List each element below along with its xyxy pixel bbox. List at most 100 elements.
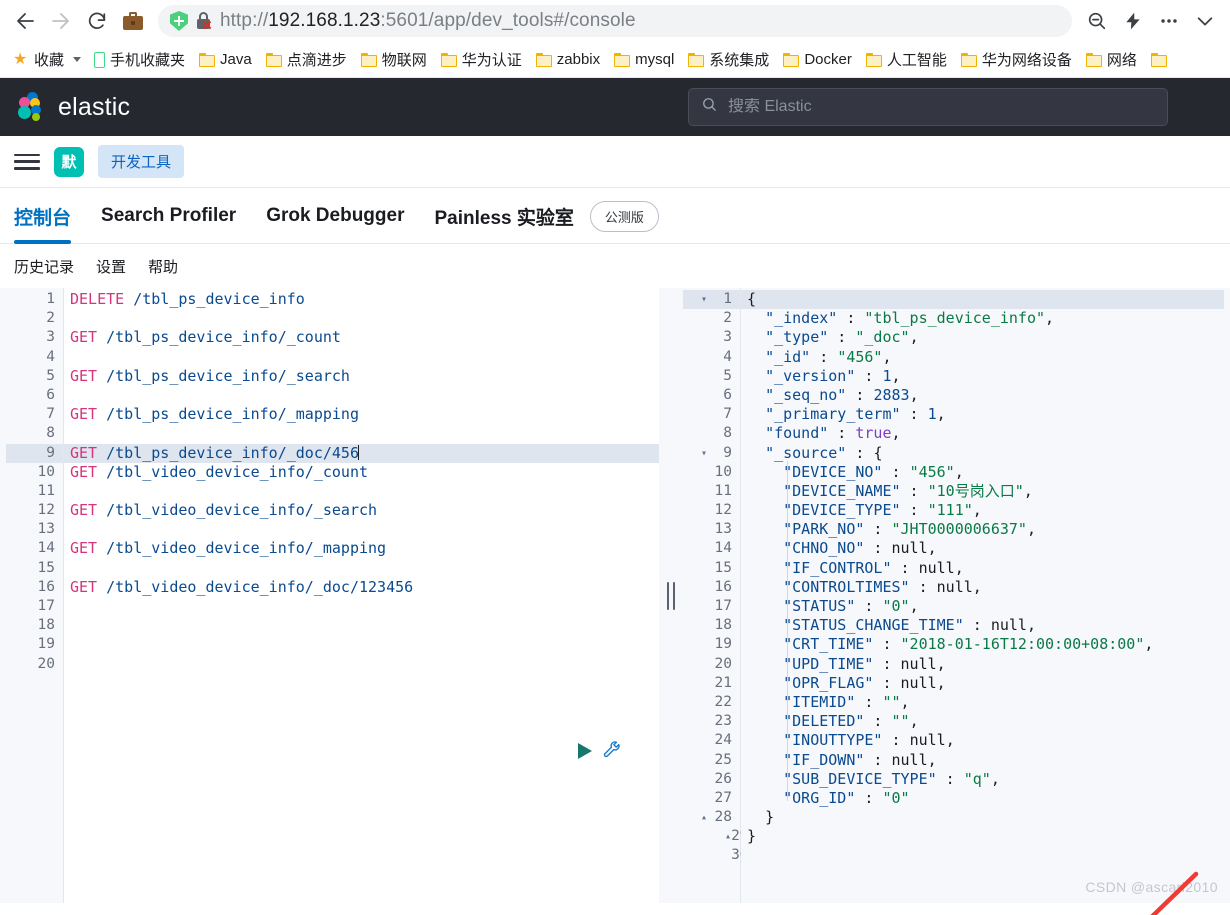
response-code-line[interactable]: "INOUTTYPE" : null, <box>741 731 1224 750</box>
lightning-button[interactable] <box>1116 4 1150 38</box>
broken-lock-icon[interactable] <box>196 12 212 30</box>
request-code-line[interactable] <box>64 309 659 328</box>
response-code-line[interactable]: "DEVICE_NO" : "456", <box>741 463 1224 482</box>
vertical-drag-handle-icon[interactable] <box>667 581 675 610</box>
request-code-line[interactable]: GET /tbl_video_device_info/_doc/123456 <box>64 578 659 597</box>
bookmark-item[interactable]: 华为认证 <box>434 45 529 74</box>
request-code-line[interactable] <box>64 520 659 539</box>
chevron-down-button[interactable] <box>1188 4 1222 38</box>
response-code-line[interactable]: "_source" : { <box>741 444 1224 463</box>
request-code-line[interactable] <box>64 655 659 674</box>
fold-toggle-icon[interactable]: ▴ <box>701 808 707 827</box>
bookmark-item[interactable]: 物联网 <box>354 45 434 74</box>
fold-toggle-icon[interactable]: ▾ <box>701 290 707 309</box>
response-code-line[interactable]: "PARK_NO" : "JHT0000006637", <box>741 520 1224 539</box>
bookmark-item[interactable]: 手机收藏夹 <box>87 45 192 74</box>
response-code-line[interactable]: "DEVICE_NAME" : "10号岗入口", <box>741 482 1224 501</box>
response-code-line[interactable]: "_seq_no" : 2883, <box>741 386 1224 405</box>
response-code-line[interactable]: } <box>741 808 1224 827</box>
request-code-line[interactable]: GET /tbl_ps_device_info/_doc/456 <box>64 443 659 463</box>
response-code-line[interactable]: "UPD_TIME" : null, <box>741 655 1224 674</box>
request-code-line[interactable] <box>64 597 659 616</box>
space-badge[interactable]: 默 <box>54 146 84 177</box>
request-code-line[interactable] <box>64 386 659 405</box>
response-code-line[interactable]: "ORG_ID" : "0" <box>741 789 1224 808</box>
bookmark-item[interactable]: 华为网络设备 <box>954 45 1079 74</box>
response-code-line[interactable]: "_index" : "tbl_ps_device_info", <box>741 309 1224 328</box>
response-code-line[interactable]: "_primary_term" : 1, <box>741 405 1224 424</box>
more-options-button[interactable] <box>1152 4 1186 38</box>
back-button[interactable] <box>8 4 42 38</box>
response-code-line[interactable]: "IF_CONTROL" : null, <box>741 559 1224 578</box>
response-code-line[interactable]: "STATUS_CHANGE_TIME" : null, <box>741 616 1224 635</box>
url-text[interactable]: http://192.168.1.23:5601/app/dev_tools#/… <box>220 10 636 32</box>
response-code-line[interactable]: "IF_DOWN" : null, <box>741 751 1224 770</box>
request-code-line[interactable]: GET /tbl_ps_device_info/_count <box>64 328 659 347</box>
subnav-item-1[interactable]: 历史记录 <box>14 256 74 277</box>
zoom-out-button[interactable] <box>1080 4 1114 38</box>
response-code-line[interactable]: { <box>741 290 1224 310</box>
response-code-line[interactable]: "CHNO_NO" : null, <box>741 539 1224 558</box>
response-code-line[interactable]: "DEVICE_TYPE" : "111", <box>741 501 1224 520</box>
reload-button[interactable] <box>80 4 114 38</box>
bookmark-item[interactable]: 网络 <box>1079 45 1144 74</box>
global-search[interactable] <box>688 88 1168 126</box>
response-code-line[interactable]: } <box>741 827 1224 846</box>
subnav-item-3[interactable]: 帮助 <box>148 256 178 277</box>
tab-2[interactable]: Search Profiler <box>101 188 236 244</box>
bookmark-item[interactable]: Java <box>192 47 259 72</box>
breadcrumb[interactable]: 开发工具 <box>98 145 185 178</box>
bookmark-item[interactable] <box>1144 49 1179 71</box>
request-code-line[interactable] <box>64 482 659 501</box>
response-code-line[interactable]: "STATUS" : "0", <box>741 597 1224 616</box>
request-code-line[interactable]: GET /tbl_video_device_info/_mapping <box>64 539 659 558</box>
response-code-line[interactable]: "_id" : "456", <box>741 348 1224 367</box>
request-code-line[interactable]: GET /tbl_ps_device_info/_mapping <box>64 405 659 424</box>
response-code-line[interactable] <box>741 846 1224 865</box>
response-code-line[interactable]: "_type" : "_doc", <box>741 328 1224 347</box>
forward-button[interactable] <box>44 4 78 38</box>
response-code-line[interactable]: "ITEMID" : "", <box>741 693 1224 712</box>
bookmark-item[interactable]: ★ 收藏 <box>6 45 71 74</box>
bookmark-item[interactable]: 人工智能 <box>859 45 954 74</box>
search-input[interactable] <box>728 98 1155 116</box>
bookmark-item[interactable]: 系统集成 <box>681 45 776 74</box>
elastic-brand[interactable]: elastic <box>16 92 130 122</box>
request-code-line[interactable]: GET /tbl_video_device_info/_search <box>64 501 659 520</box>
play-icon[interactable] <box>578 743 592 759</box>
request-editor[interactable]: 1 2 3 4 5 6 7 8 9 10 11 12 13 14 15 16 17 18 19 20 DELETE /… <box>6 288 659 903</box>
request-code[interactable]: DELETE /tbl_ps_device_info GET /tbl_ps_d… <box>64 288 659 903</box>
tab-3[interactable]: Grok Debugger <box>266 188 404 244</box>
response-code-line[interactable]: "CRT_TIME" : "2018-01-16T12:00:00+08:00"… <box>741 635 1224 654</box>
fold-toggle-icon[interactable]: ▾ <box>701 444 707 463</box>
bookmark-item[interactable]: zabbix <box>529 47 607 72</box>
request-code-line[interactable] <box>64 424 659 443</box>
bookmark-item[interactable]: mysql <box>607 47 681 72</box>
bookmark-item[interactable]: Docker <box>776 47 859 72</box>
bookmark-item[interactable]: 点滴进步 <box>259 45 354 74</box>
response-code-line[interactable]: "found" : true, <box>741 424 1224 443</box>
response-code-line[interactable]: "DELETED" : "", <box>741 712 1224 731</box>
pane-splitter[interactable] <box>659 288 683 903</box>
request-code-line[interactable] <box>64 616 659 635</box>
fold-toggle-icon[interactable]: ▴ <box>725 827 731 846</box>
tab-1[interactable]: 控制台 <box>14 188 72 244</box>
bookmarks-dropdown-icon[interactable] <box>73 57 82 62</box>
response-code-line[interactable]: "OPR_FLAG" : null, <box>741 674 1224 693</box>
request-code-line[interactable] <box>64 559 659 578</box>
request-code-line[interactable]: GET /tbl_video_device_info/_count <box>64 463 659 482</box>
request-code-line[interactable] <box>64 348 659 367</box>
tab-4[interactable]: Painless 实验室 <box>435 188 574 244</box>
request-code-line[interactable]: DELETE /tbl_ps_device_info <box>64 290 659 309</box>
request-code-line[interactable]: GET /tbl_ps_device_info/_search <box>64 367 659 386</box>
request-code-line[interactable] <box>64 635 659 654</box>
response-code-line[interactable]: "SUB_DEVICE_TYPE" : "q", <box>741 770 1224 789</box>
response-editor[interactable]: ▾ 1 2 3 4 5 6 7 8 ▾ 9 10 11 12 13 14 15 16 17 18 19 20 21 22 23 2… <box>683 288 1224 903</box>
subnav-item-2[interactable]: 设置 <box>96 256 126 277</box>
response-code[interactable]: { "_index" : "tbl_ps_device_info", "_typ… <box>741 288 1224 903</box>
address-bar[interactable]: http://192.168.1.23:5601/app/dev_tools#/… <box>158 5 1072 37</box>
hamburger-menu-icon[interactable] <box>14 152 40 172</box>
briefcase-button[interactable] <box>116 4 150 38</box>
response-code-line[interactable]: "CONTROLTIMES" : null, <box>741 578 1224 597</box>
shield-icon[interactable] <box>170 11 188 31</box>
